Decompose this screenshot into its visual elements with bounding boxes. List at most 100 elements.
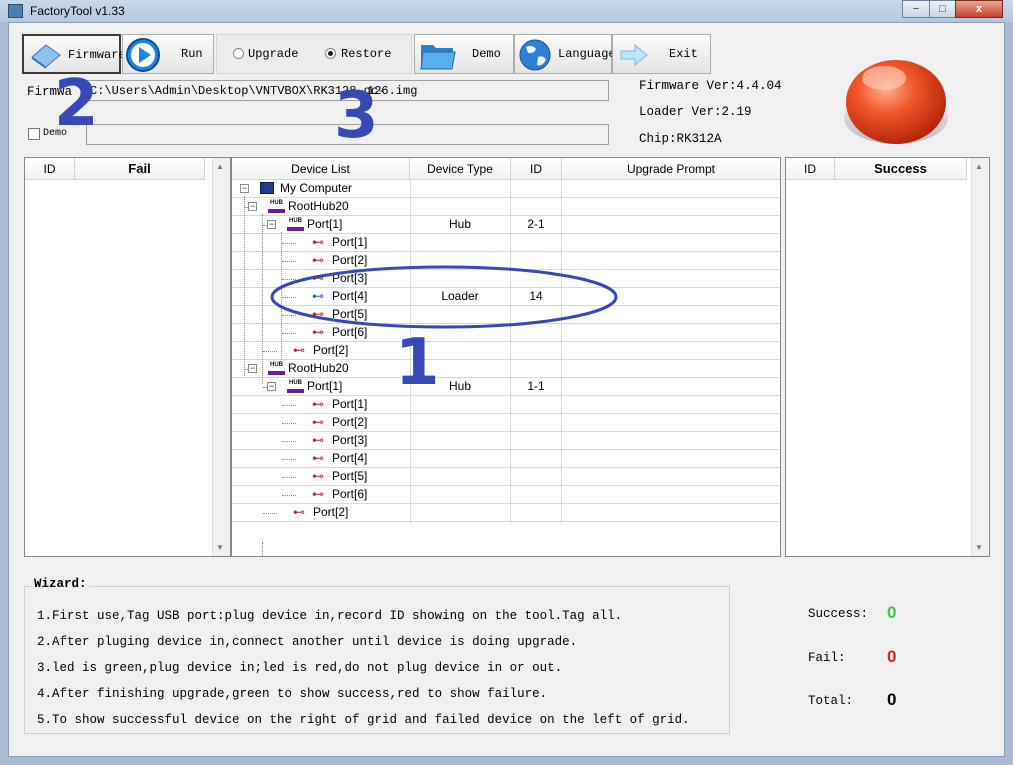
table-row[interactable]: ⊷ Port[1] — [232, 234, 780, 252]
device-type — [410, 504, 510, 522]
device-name: Port[4] — [332, 451, 368, 465]
device-type — [410, 198, 510, 216]
restore-label: Restore — [341, 47, 392, 61]
success-grid-scrollbar[interactable]: ▲ ▼ — [971, 158, 989, 556]
device-name: Port[1] — [307, 217, 343, 231]
usb-port-icon: ⊷ — [312, 397, 324, 411]
device-id — [511, 342, 561, 360]
usb-port-icon: ⊷ — [293, 343, 305, 357]
device-type — [410, 234, 510, 252]
device-type — [410, 450, 510, 468]
upgrade-radio[interactable] — [233, 48, 244, 59]
device-name: Port[1] — [332, 397, 368, 411]
device-id — [511, 180, 561, 198]
device-grid-header-device-type[interactable]: Device Type — [410, 158, 511, 180]
table-row[interactable]: ⊷ Port[2] — [232, 414, 780, 432]
table-row[interactable]: ⊷ Port[2] — [232, 504, 780, 522]
demo-label: Demo — [472, 47, 501, 61]
device-name: Port[1] — [307, 379, 343, 393]
wizard-step: 4.After finishing upgrade,green to show … — [37, 687, 548, 701]
loader-version: Loader Ver:2.19 — [639, 105, 752, 119]
success-grid-header-id[interactable]: ID — [786, 158, 835, 180]
scroll-up-icon[interactable]: ▲ — [216, 162, 224, 171]
table-row[interactable]: ⊷ Port[1] — [232, 396, 780, 414]
fail-grid-header-id[interactable]: ID — [25, 158, 75, 180]
chip-name: Chip:RK312A — [639, 132, 722, 146]
table-row[interactable]: − HUB Port[1] Hub 1-1 — [232, 378, 780, 396]
wizard-step: 5.To show successful device on the right… — [37, 713, 690, 727]
table-row[interactable]: − My Computer — [232, 180, 780, 198]
table-row[interactable]: − HUB Port[1] Hub 2-1 — [232, 216, 780, 234]
fail-grid-scrollbar[interactable]: ▲ ▼ — [212, 158, 230, 556]
tree-guide — [262, 542, 263, 556]
tree-collapse-icon[interactable]: − — [267, 382, 276, 391]
device-type — [410, 486, 510, 504]
usb-hub-icon: HUB — [287, 218, 304, 231]
tree-guide — [262, 214, 263, 384]
tree-collapse-icon[interactable]: − — [267, 220, 276, 229]
annotation-number-2: 2 — [54, 67, 99, 141]
demo-checkbox[interactable] — [28, 128, 40, 140]
maximize-button[interactable]: □ — [929, 0, 956, 18]
highlight-ellipse — [270, 265, 618, 329]
success-grid: ID Success ▲ ▼ — [785, 157, 990, 557]
tree-collapse-icon[interactable]: − — [248, 364, 257, 373]
upgrade-label: Upgrade — [248, 47, 299, 61]
arrow-right-icon — [620, 43, 648, 67]
total-count-label: Total: — [808, 694, 854, 708]
table-row[interactable]: ⊷ Port[2] — [232, 342, 780, 360]
app-icon — [8, 4, 23, 18]
device-grid-header-id[interactable]: ID — [511, 158, 562, 180]
tree-connector — [263, 513, 277, 514]
device-id — [511, 198, 561, 216]
restore-radio[interactable] — [325, 48, 336, 59]
table-row[interactable]: − HUB RootHub20 — [232, 198, 780, 216]
fail-grid-header-fail[interactable]: Fail — [75, 158, 205, 180]
device-name: My Computer — [280, 181, 353, 195]
device-id — [511, 234, 561, 252]
scroll-up-icon[interactable]: ▲ — [975, 162, 983, 171]
total-count-value: 0 — [887, 690, 897, 709]
fail-grid: ID Fail ▲ ▼ — [24, 157, 231, 557]
success-grid-header-success[interactable]: Success — [835, 158, 967, 180]
folder-icon — [420, 45, 456, 70]
close-button[interactable]: x — [955, 0, 1003, 18]
usb-hub-icon: HUB — [287, 380, 304, 393]
usb-hub-icon: HUB — [268, 200, 285, 213]
table-row[interactable]: ⊷ Port[5] — [232, 468, 780, 486]
scroll-down-icon[interactable]: ▼ — [975, 543, 983, 552]
tree-collapse-icon[interactable]: − — [240, 184, 249, 193]
success-count-label: Success: — [808, 607, 869, 621]
device-grid-header-upgrade-prompt[interactable]: Upgrade Prompt — [562, 158, 780, 180]
fail-count-value: 0 — [887, 647, 897, 666]
run-button[interactable]: Run — [122, 34, 214, 74]
usb-port-icon: ⊷ — [312, 415, 324, 429]
usb-port-icon: ⊷ — [293, 505, 305, 519]
device-name: Port[2] — [332, 415, 368, 429]
usb-port-icon: ⊷ — [312, 235, 324, 249]
minimize-button[interactable]: − — [902, 0, 930, 18]
exit-button[interactable]: Exit — [612, 34, 711, 74]
table-row[interactable]: ⊷ Port[3] — [232, 432, 780, 450]
usb-port-icon: ⊷ — [312, 451, 324, 465]
tree-collapse-icon[interactable]: − — [248, 202, 257, 211]
table-row[interactable]: ⊷ Port[4] — [232, 450, 780, 468]
mode-group: Upgrade Restore — [216, 34, 412, 74]
table-row[interactable]: − HUB RootHub20 — [232, 360, 780, 378]
tree-connector — [282, 477, 296, 478]
tree-connector — [263, 351, 277, 352]
fail-count-label: Fail: — [808, 651, 846, 665]
device-type — [410, 432, 510, 450]
usb-port-icon: ⊷ — [312, 487, 324, 501]
table-row[interactable]: ⊷ Port[6] — [232, 486, 780, 504]
demo-button[interactable]: Demo — [414, 34, 514, 74]
language-button[interactable]: Language — [514, 34, 616, 74]
device-grid-header-device-list[interactable]: Device List — [232, 158, 410, 180]
status-led-icon — [844, 60, 948, 144]
wizard-step: 2.After pluging device in,connect anothe… — [37, 635, 578, 649]
language-label: Language — [558, 47, 616, 61]
tree-connector — [282, 405, 296, 406]
wizard-title: Wizard: — [32, 577, 89, 591]
device-name: Port[6] — [332, 487, 368, 501]
scroll-down-icon[interactable]: ▼ — [216, 543, 224, 552]
